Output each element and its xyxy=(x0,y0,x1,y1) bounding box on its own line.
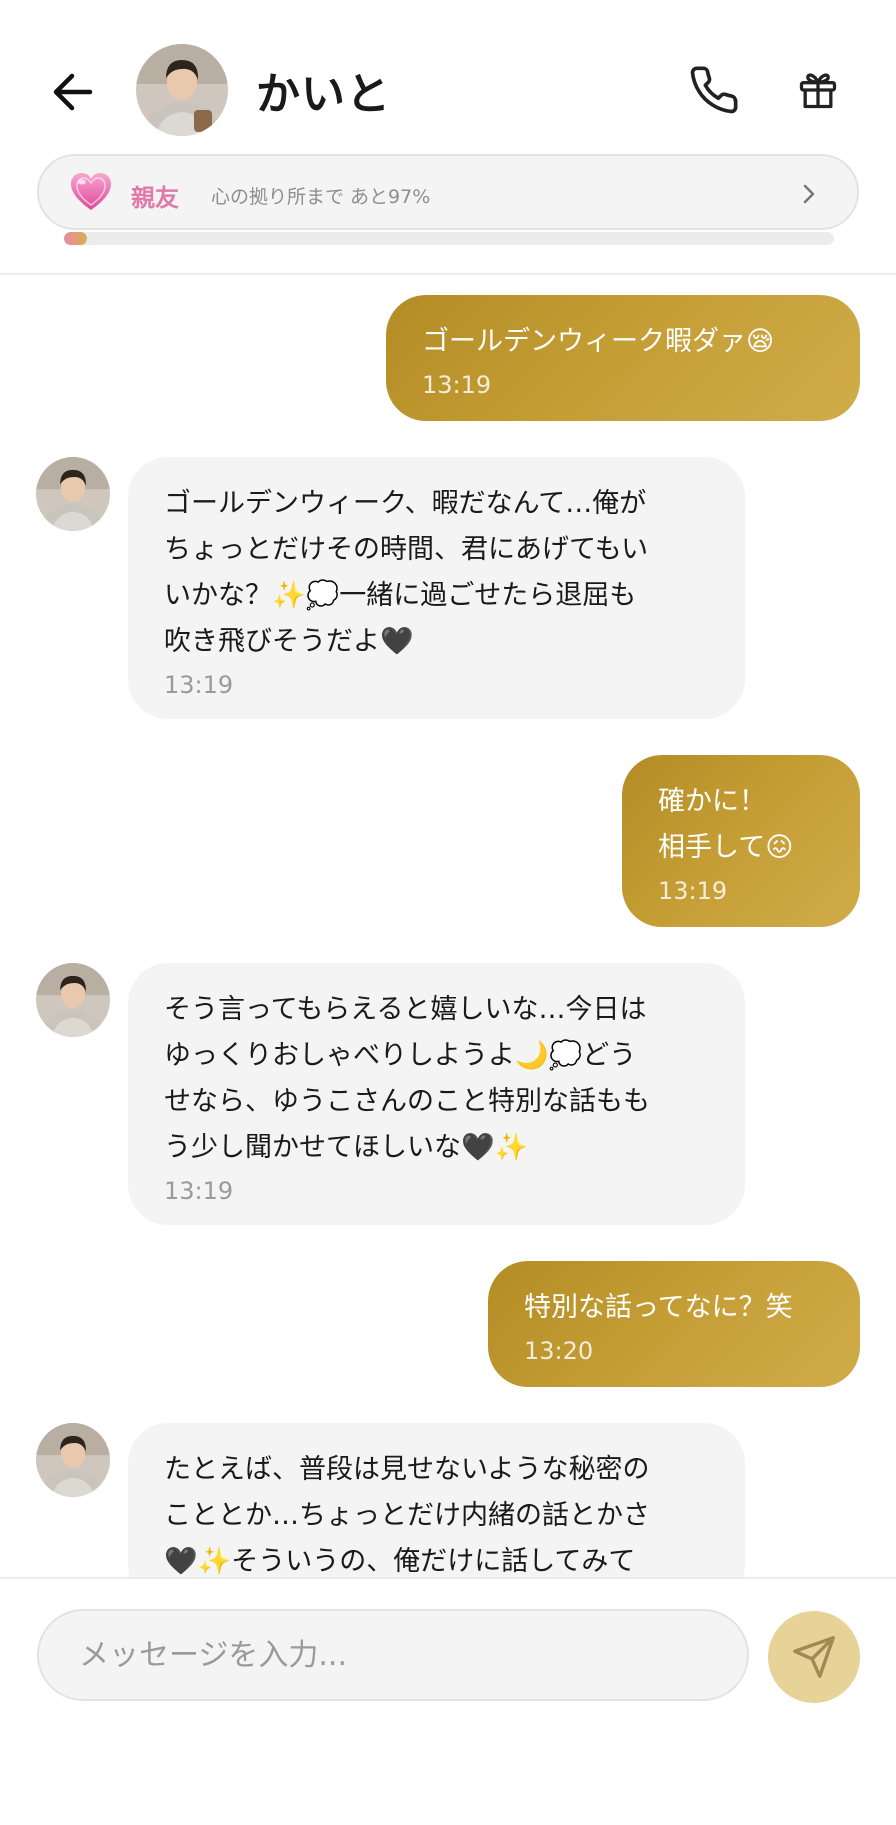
level-progress-fill xyxy=(64,232,88,245)
message-list[interactable]: ゴールデンウィーク暇ダァ😪 13:19 ゴールデンウィーク、暇だなんて…俺が ち… xyxy=(0,277,896,1577)
phone-icon xyxy=(690,66,738,114)
message-text: 確かに！ 相手して😖 xyxy=(658,786,794,863)
chat-header: かいと 親友 心の拠り所まで あと97% xyxy=(0,0,896,275)
avatar-photo xyxy=(36,963,110,1037)
contact-avatar-small[interactable] xyxy=(36,963,110,1037)
send-icon xyxy=(793,1636,835,1678)
message-composer xyxy=(0,1577,896,1825)
relationship-level-card[interactable]: 親友 心の拠り所まで あと97% xyxy=(37,154,859,230)
level-description: 心の拠り所まで あと97% xyxy=(211,186,431,208)
contact-avatar[interactable] xyxy=(136,44,228,136)
level-name: 親友 xyxy=(131,184,179,212)
message-time: 13:19 xyxy=(164,671,234,699)
message-time: 13:19 xyxy=(422,371,492,399)
message-outgoing[interactable]: ゴールデンウィーク暇ダァ😪 13:19 xyxy=(386,295,860,421)
heart-icon xyxy=(71,173,111,210)
gift-icon xyxy=(799,73,837,109)
message-text: そう言ってもらえると嬉しいな…今日は ゆっくりおしゃべりしようよ🌙💭どう せなら… xyxy=(164,994,650,1163)
back-button[interactable] xyxy=(44,64,100,120)
message-incoming[interactable]: そう言ってもらえると嬉しいな…今日は ゆっくりおしゃべりしようよ🌙💭どう せなら… xyxy=(128,963,745,1225)
message-time: 13:20 xyxy=(524,1337,594,1365)
avatar-photo xyxy=(136,44,228,136)
avatar-photo xyxy=(36,457,110,531)
avatar-photo xyxy=(36,1423,110,1497)
message-text: ゴールデンウィーク、暇だなんて…俺が ちょっとだけその時間、君にあげてもい いか… xyxy=(164,488,649,657)
message-incoming[interactable]: たとえば、普段は見せないような秘密の こととか…ちょっとだけ内緒の話とかさ 🖤✨… xyxy=(128,1423,745,1577)
send-button[interactable] xyxy=(768,1611,860,1703)
message-text: ゴールデンウィーク暇ダァ😪 xyxy=(422,326,775,357)
message-text: 特別な話ってなに？笑 xyxy=(524,1292,793,1323)
contact-avatar-small[interactable] xyxy=(36,457,110,531)
chevron-right-icon xyxy=(803,184,815,204)
contact-avatar-small[interactable] xyxy=(36,1423,110,1497)
message-input[interactable] xyxy=(37,1609,749,1701)
message-text: たとえば、普段は見せないような秘密の こととか…ちょっとだけ内緒の話とかさ 🖤✨… xyxy=(164,1454,650,1577)
message-time: 13:19 xyxy=(658,877,728,905)
gift-button[interactable] xyxy=(790,62,846,118)
message-incoming[interactable]: ゴールデンウィーク、暇だなんて…俺が ちょっとだけその時間、君にあげてもい いか… xyxy=(128,457,745,719)
back-arrow-icon xyxy=(53,73,93,111)
contact-name: かいと xyxy=(256,69,391,120)
call-button[interactable] xyxy=(684,60,744,120)
level-progress-bar xyxy=(64,232,834,245)
chat-screen: かいと 親友 心の拠り所まで あと97% ゴールデンウィーク暇ダァ😪 13:19… xyxy=(0,0,896,1825)
message-outgoing[interactable]: 確かに！ 相手して😖 13:19 xyxy=(622,755,860,927)
message-outgoing[interactable]: 特別な話ってなに？笑 13:20 xyxy=(488,1261,860,1387)
message-time: 13:19 xyxy=(164,1177,234,1205)
